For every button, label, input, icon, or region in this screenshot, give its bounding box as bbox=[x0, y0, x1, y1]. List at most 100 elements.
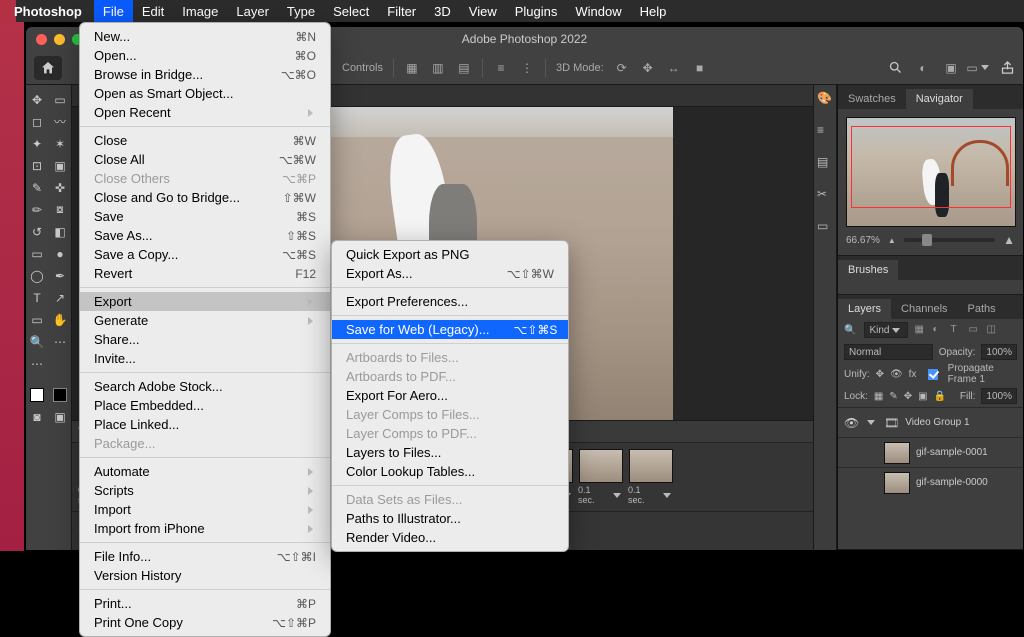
menu-filter[interactable]: Filter bbox=[378, 0, 425, 22]
menu-file[interactable]: File bbox=[94, 0, 133, 22]
file-menu-item[interactable]: Open...⌘O bbox=[80, 46, 330, 65]
lasso-tool[interactable]: 〰 bbox=[49, 111, 72, 132]
unify-style-icon[interactable]: fx bbox=[909, 369, 917, 380]
file-menu-item[interactable]: Import bbox=[80, 500, 330, 519]
tab-channels[interactable]: Channels bbox=[891, 299, 957, 319]
blend-mode-select[interactable]: Normal bbox=[844, 344, 933, 360]
file-menu-item[interactable]: Place Linked... bbox=[80, 415, 330, 434]
tab-swatches[interactable]: Swatches bbox=[838, 89, 906, 109]
eraser-tool[interactable]: ◧ bbox=[49, 221, 72, 242]
filter-type-icon[interactable]: T bbox=[950, 324, 962, 336]
dodge-tool[interactable]: ◯ bbox=[26, 265, 49, 286]
file-menu-item[interactable]: Save a Copy...⌥⌘S bbox=[80, 245, 330, 264]
filter-adjust-icon[interactable]: ◐ bbox=[932, 324, 944, 336]
move-tool[interactable]: ✥ bbox=[26, 89, 49, 110]
magic-wand-tool[interactable]: ✶ bbox=[49, 133, 72, 154]
stamp-tool[interactable]: ⧇ bbox=[49, 199, 72, 220]
zoom-tool[interactable]: 🔍 bbox=[26, 331, 49, 352]
file-menu-item[interactable]: Print...⌘P bbox=[80, 594, 330, 613]
distribute-icon[interactable]: ⋮ bbox=[519, 60, 535, 76]
lock-paint-icon[interactable]: ✎ bbox=[889, 391, 897, 402]
file-menu-item[interactable]: File Info...⌥⇧⌘I bbox=[80, 547, 330, 566]
file-menu-item[interactable]: Print One Copy⌥⇧⌘P bbox=[80, 613, 330, 632]
menu-edit[interactable]: Edit bbox=[133, 0, 173, 22]
timeline-frame[interactable]: 0.1 sec. bbox=[628, 449, 674, 505]
menu-view[interactable]: View bbox=[460, 0, 506, 22]
healing-tool[interactable]: ✜ bbox=[49, 177, 72, 198]
marquee-tool[interactable]: ◻ bbox=[26, 111, 49, 132]
file-menu-item[interactable]: Place Embedded... bbox=[80, 396, 330, 415]
fill-value[interactable]: 100% bbox=[981, 388, 1017, 404]
file-menu-item[interactable]: RevertF12 bbox=[80, 264, 330, 283]
unify-visibility-icon[interactable]: 👁 bbox=[890, 369, 903, 380]
lock-trans-icon[interactable]: ▦ bbox=[874, 391, 883, 402]
camera-icon[interactable]: ■ bbox=[692, 60, 708, 76]
zoom-slider[interactable] bbox=[904, 238, 995, 242]
file-menu-item[interactable]: Generate bbox=[80, 311, 330, 330]
search-icon[interactable] bbox=[887, 60, 903, 76]
layer-item[interactable]: gif-sample-0000 bbox=[838, 467, 1023, 497]
export-menu-item[interactable]: Export For Aero... bbox=[332, 386, 568, 405]
file-menu-item[interactable]: Scripts bbox=[80, 481, 330, 500]
artboard-tool[interactable]: ▭ bbox=[49, 89, 72, 110]
file-menu-item[interactable]: Export bbox=[80, 292, 330, 311]
file-menu-item[interactable]: Close⌘W bbox=[80, 131, 330, 150]
adjustments-icon[interactable]: ≡ bbox=[817, 123, 833, 139]
file-menu-item[interactable]: Save⌘S bbox=[80, 207, 330, 226]
navigator-preview[interactable] bbox=[846, 117, 1016, 227]
menu-layer[interactable]: Layer bbox=[227, 0, 278, 22]
orbit-icon[interactable]: ⟳ bbox=[614, 60, 630, 76]
history-icon[interactable]: ▭ bbox=[817, 219, 833, 235]
propagate-checkbox[interactable] bbox=[928, 369, 937, 380]
export-menu-item[interactable]: Quick Export as PNG bbox=[332, 245, 568, 264]
file-menu-item[interactable]: Automate bbox=[80, 462, 330, 481]
home-button[interactable] bbox=[34, 56, 62, 80]
filter-pixel-icon[interactable]: ▦ bbox=[914, 324, 926, 336]
gradient-tool[interactable]: ▭ bbox=[26, 243, 49, 264]
filter-smart-icon[interactable]: ◫ bbox=[986, 324, 998, 336]
tab-navigator[interactable]: Navigator bbox=[906, 89, 973, 109]
slide-icon[interactable]: ↔ bbox=[666, 60, 682, 76]
zoom-out-icon[interactable]: ▲ bbox=[888, 236, 896, 245]
screen-mode[interactable]: ▣ bbox=[49, 406, 72, 427]
opacity-value[interactable]: 100% bbox=[981, 344, 1017, 360]
menu-plugins[interactable]: Plugins bbox=[506, 0, 567, 22]
zoom-value[interactable]: 66.67% bbox=[846, 235, 880, 246]
export-menu-item[interactable]: Layers to Files... bbox=[332, 443, 568, 462]
brush-tool[interactable]: ✏ bbox=[26, 199, 49, 220]
file-menu-item[interactable]: Import from iPhone bbox=[80, 519, 330, 538]
export-menu-item[interactable]: Color Lookup Tables... bbox=[332, 462, 568, 481]
lock-all-icon[interactable]: 🔒 bbox=[934, 391, 946, 402]
crop-tool[interactable]: ⊡ bbox=[26, 155, 49, 176]
export-menu-item[interactable]: Export Preferences... bbox=[332, 292, 568, 311]
file-menu-item[interactable]: Version History bbox=[80, 566, 330, 585]
workspace-icon[interactable]: ▭ bbox=[971, 60, 987, 76]
share-icon[interactable] bbox=[999, 60, 1015, 76]
tab-layers[interactable]: Layers bbox=[838, 299, 891, 319]
file-menu-item[interactable]: Close and Go to Bridge...⇧⌘W bbox=[80, 188, 330, 207]
quick-select-tool[interactable]: ✦ bbox=[26, 133, 49, 154]
lock-artboard-icon[interactable]: ▣ bbox=[918, 391, 927, 402]
menu-3d[interactable]: 3D bbox=[425, 0, 460, 22]
file-menu-item[interactable]: Browse in Bridge...⌥⌘O bbox=[80, 65, 330, 84]
path-tool[interactable]: ↗ bbox=[49, 287, 72, 308]
arrange-icon[interactable]: ▣ bbox=[943, 60, 959, 76]
layer-filter-kind[interactable]: Kind bbox=[864, 322, 908, 338]
export-menu-item[interactable]: Render Video... bbox=[332, 528, 568, 547]
close-window-button[interactable] bbox=[36, 34, 47, 45]
menu-select[interactable]: Select bbox=[324, 0, 378, 22]
blur-tool[interactable]: ● bbox=[49, 243, 72, 264]
file-menu-item[interactable]: Close All⌥⌘W bbox=[80, 150, 330, 169]
minimize-window-button[interactable] bbox=[54, 34, 65, 45]
tab-brushes[interactable]: Brushes bbox=[838, 260, 898, 280]
file-menu-item[interactable]: New...⌘N bbox=[80, 27, 330, 46]
foreground-color[interactable] bbox=[26, 384, 49, 405]
hand-tool[interactable]: ✋ bbox=[49, 309, 72, 330]
file-menu-item[interactable]: Open Recent bbox=[80, 103, 330, 122]
shape-tool[interactable]: ▭ bbox=[26, 309, 49, 330]
filter-shape-icon[interactable]: ▭ bbox=[968, 324, 980, 336]
libraries-icon[interactable]: ▤ bbox=[817, 155, 833, 171]
type-tool[interactable]: T bbox=[26, 287, 49, 308]
menu-window[interactable]: Window bbox=[566, 0, 630, 22]
unify-position-icon[interactable]: ✥ bbox=[876, 369, 884, 380]
